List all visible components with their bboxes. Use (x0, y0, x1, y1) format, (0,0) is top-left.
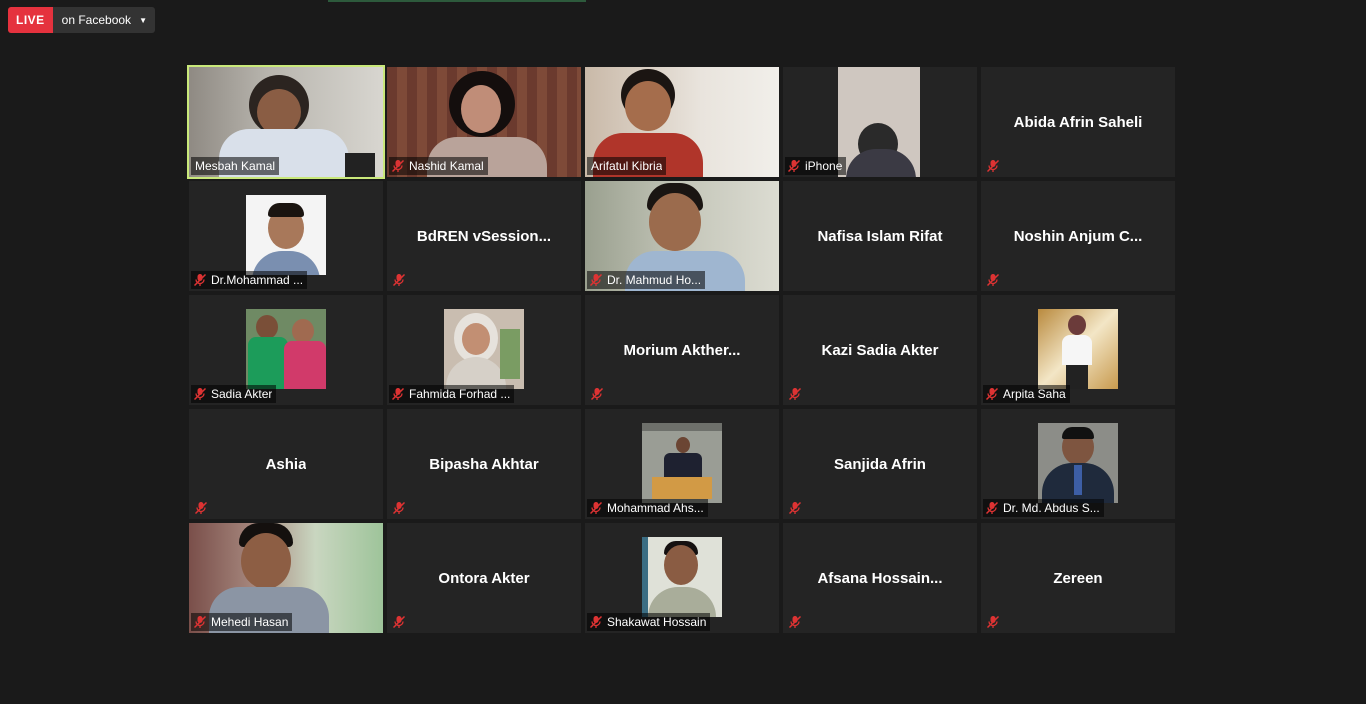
mic-muted-icon (788, 501, 802, 515)
mic-muted-icon (194, 501, 208, 515)
participant-tile[interactable]: Ashia (189, 409, 383, 519)
participant-name-label: Fahmida Forhad ... (389, 385, 515, 403)
mic-muted-icon (193, 615, 207, 629)
top-strip (328, 0, 586, 2)
participant-name: Abida Afrin Saheli (1013, 113, 1143, 131)
live-destination-label: on Facebook (61, 13, 132, 27)
mic-muted-icon (391, 159, 405, 173)
mic-muted-icon (391, 387, 405, 401)
mic-muted-icon (985, 501, 999, 515)
participant-name-label: Dr. Mahmud Ho... (587, 271, 706, 289)
participant-tile[interactable]: Bipasha Akhtar (387, 409, 581, 519)
mic-muted-icon (985, 387, 999, 401)
mic-muted-icon (788, 387, 802, 401)
participant-name: Sanjida Afrin (834, 455, 926, 473)
participant-tile[interactable]: Sanjida Afrin (783, 409, 977, 519)
mic-muted-icon (589, 501, 603, 515)
mic-muted-icon (787, 159, 801, 173)
participant-photo (838, 67, 920, 177)
participant-tile[interactable]: Ontora Akter (387, 523, 581, 633)
live-destination-dropdown[interactable]: on Facebook ▼ (52, 7, 155, 33)
mic-muted-icon (589, 615, 603, 629)
mic-muted-icon (193, 387, 207, 401)
participant-photo (246, 309, 326, 389)
mic-muted-icon (788, 615, 802, 629)
participant-name: Nafisa Islam Rifat (817, 227, 943, 245)
participant-tile[interactable]: BdREN vSession... (387, 181, 581, 291)
participant-tile[interactable]: Abida Afrin Saheli (981, 67, 1175, 177)
mic-muted-icon (986, 615, 1000, 629)
live-indicator[interactable]: LIVE on Facebook ▼ (8, 7, 155, 33)
participant-name: Ontora Akter (438, 569, 530, 587)
participant-tile[interactable]: Dr. Mahmud Ho... (585, 181, 779, 291)
participant-name: Noshin Anjum C... (1013, 227, 1143, 245)
participant-name-label: Mohammad Ahs... (587, 499, 708, 517)
participant-tile[interactable]: Nashid Kamal (387, 67, 581, 177)
participant-name: Zereen (1053, 569, 1103, 587)
participant-name: BdREN vSession... (416, 227, 552, 245)
participant-tile[interactable]: Mesbah Kamal (187, 65, 385, 179)
mic-muted-icon (986, 159, 1000, 173)
participant-name-label: Arpita Saha (983, 385, 1070, 403)
participant-tile[interactable]: Nafisa Islam Rifat (783, 181, 977, 291)
participant-name-label: Mesbah Kamal (191, 157, 280, 175)
participant-photo (642, 537, 722, 617)
participant-tile[interactable]: Afsana Hossain... (783, 523, 977, 633)
mic-muted-icon (986, 273, 1000, 287)
participant-tile[interactable]: Kazi Sadia Akter (783, 295, 977, 405)
participant-name-label: Sadia Akter (191, 385, 277, 403)
mic-muted-icon (589, 273, 603, 287)
participant-tile[interactable]: Shakawat Hossain (585, 523, 779, 633)
participant-photo (444, 309, 524, 389)
participant-name: Morium Akther... (623, 341, 741, 359)
participant-name: Kazi Sadia Akter (821, 341, 939, 359)
mic-muted-icon (590, 387, 604, 401)
participant-photo (642, 423, 722, 503)
participant-name-label: iPhone (785, 157, 847, 175)
participant-name-label: Arifatul Kibria (587, 157, 667, 175)
participant-tile[interactable]: Arpita Saha (981, 295, 1175, 405)
participant-name-label: Shakawat Hossain (587, 613, 711, 631)
participant-tile[interactable]: Dr. Md. Abdus S... (981, 409, 1175, 519)
participant-tile[interactable]: Mehedi Hasan (189, 523, 383, 633)
participant-tile[interactable]: Zereen (981, 523, 1175, 633)
participant-tile[interactable]: Mohammad Ahs... (585, 409, 779, 519)
participant-tile[interactable]: Noshin Anjum C... (981, 181, 1175, 291)
participant-name: Bipasha Akhtar (429, 455, 539, 473)
participant-name-label: Dr. Md. Abdus S... (983, 499, 1104, 517)
participant-name-label: Dr.Mohammad ... (191, 271, 308, 289)
mic-muted-icon (392, 501, 406, 515)
mic-muted-icon (392, 615, 406, 629)
participant-tile[interactable]: Fahmida Forhad ... (387, 295, 581, 405)
participant-gallery: Mesbah Kamal Nashid Kamal Arifatul Kibri… (187, 65, 1175, 633)
participant-tile[interactable]: iPhone (783, 67, 977, 177)
mic-muted-icon (392, 273, 406, 287)
participant-photo (246, 195, 326, 275)
participant-name-label: Nashid Kamal (389, 157, 488, 175)
chevron-down-icon: ▼ (139, 15, 147, 25)
participant-tile[interactable]: Sadia Akter (189, 295, 383, 405)
participant-tile[interactable]: Morium Akther... (585, 295, 779, 405)
participant-name: Ashia (265, 455, 307, 473)
participant-photo (1038, 309, 1118, 389)
mic-muted-icon (193, 273, 207, 287)
participant-photo (1038, 423, 1118, 503)
participant-tile[interactable]: Arifatul Kibria (585, 67, 779, 177)
participant-name: Afsana Hossain... (817, 569, 943, 587)
participant-tile[interactable]: Dr.Mohammad ... (189, 181, 383, 291)
live-tag: LIVE (8, 7, 53, 33)
participant-name-label: Mehedi Hasan (191, 613, 293, 631)
